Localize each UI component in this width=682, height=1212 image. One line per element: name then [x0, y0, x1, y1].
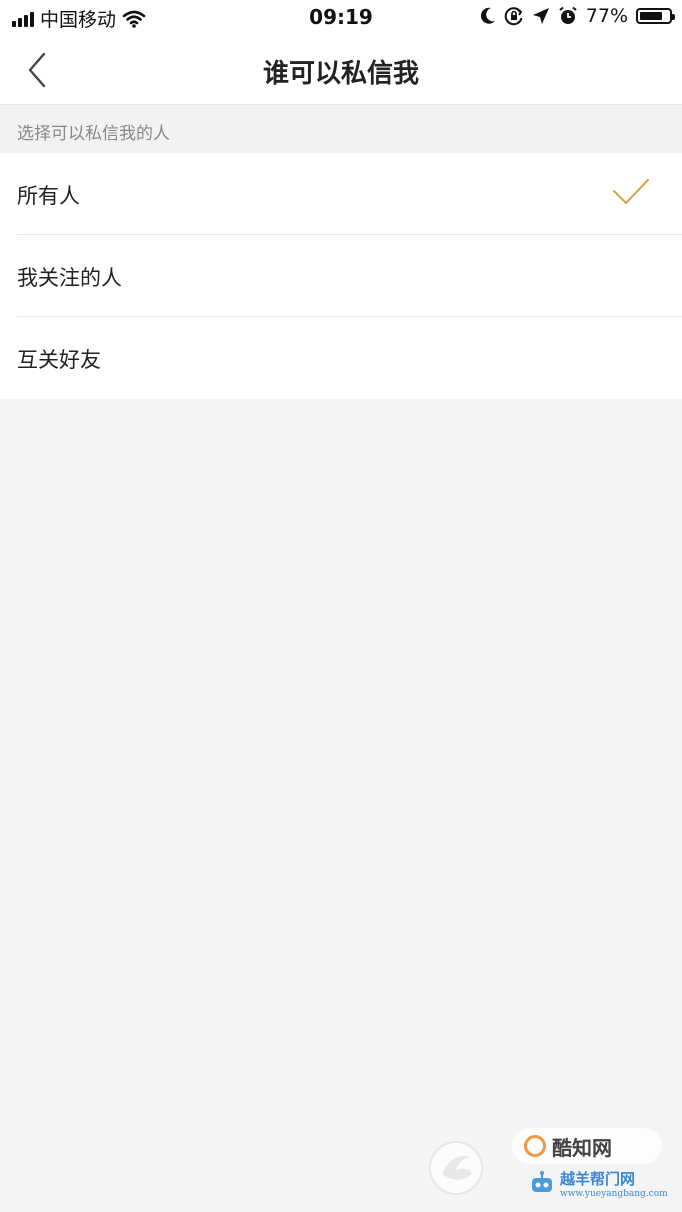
status-bar: 中国移动 09:19 77% — [0, 0, 682, 36]
option-label: 我关注的人 — [17, 266, 122, 290]
watermark-logo-icon — [524, 1135, 546, 1157]
moon-icon — [480, 7, 495, 24]
robot-icon — [532, 1171, 552, 1192]
status-right: 77% — [480, 5, 675, 27]
alarm-icon — [559, 6, 577, 24]
checkmark-icon — [613, 179, 649, 204]
nav-bar: 谁可以私信我 — [0, 36, 682, 105]
page-title: 谁可以私信我 — [262, 59, 419, 89]
watermark: 酷知网 越羊帮门网 www.yueyangbang.com — [428, 1128, 668, 1206]
location-icon — [532, 8, 549, 24]
watermark-logo: 酷知网 — [512, 1128, 662, 1164]
option-following[interactable]: 我关注的人 — [0, 235, 682, 317]
watermark-swirl-icon — [429, 1141, 483, 1195]
battery-level-fill — [640, 12, 662, 20]
watermark-logo-text: 酷知网 — [552, 1135, 612, 1160]
battery-icon — [636, 8, 675, 24]
option-list: 所有人 我关注的人 互关好友 — [0, 153, 682, 399]
watermark-site-name: 越羊帮门网 — [560, 1170, 636, 1188]
section-header: 选择可以私信我的人 — [0, 105, 682, 153]
battery-percent: 77% — [585, 5, 628, 27]
option-everyone[interactable]: 所有人 — [0, 153, 682, 235]
chevron-left-icon — [28, 52, 46, 88]
watermark-url: www.yueyangbang.com — [560, 1189, 668, 1199]
option-label: 互关好友 — [17, 348, 101, 372]
option-mutual-friends[interactable]: 互关好友 — [0, 317, 682, 399]
option-label: 所有人 — [17, 184, 80, 208]
back-button[interactable] — [20, 50, 60, 90]
watermark-site: 越羊帮门网 www.yueyangbang.com — [528, 1168, 668, 1204]
section-header-label: 选择可以私信我的人 — [17, 124, 170, 144]
orientation-lock-icon — [504, 7, 523, 26]
